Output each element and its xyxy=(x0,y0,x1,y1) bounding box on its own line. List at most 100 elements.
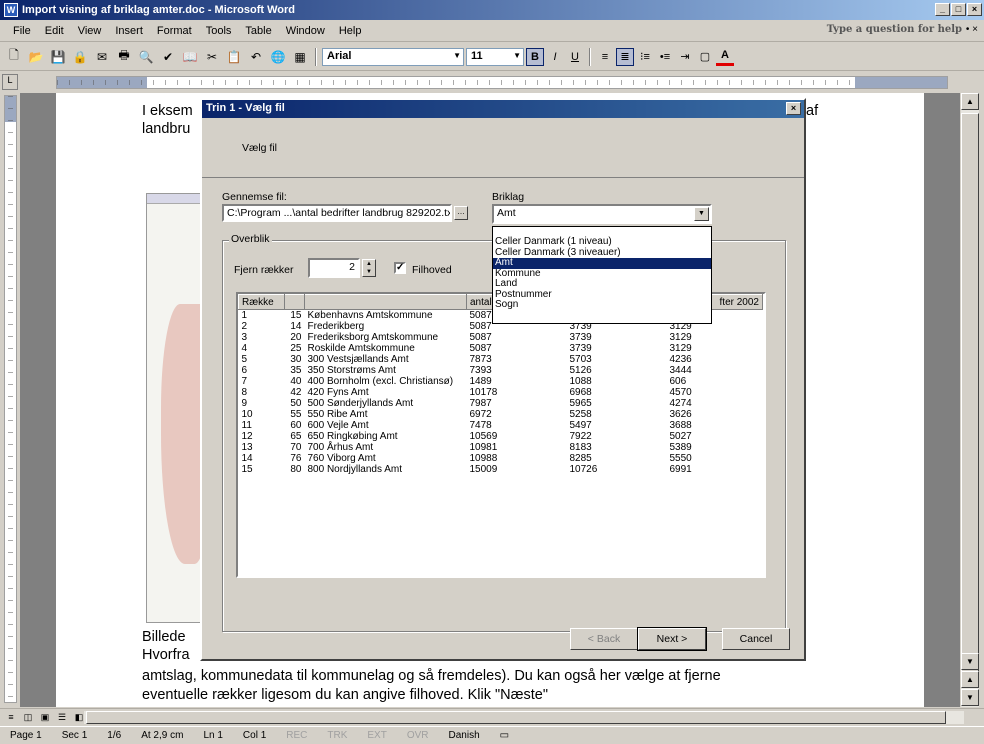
new-document-icon[interactable]: 🗋 xyxy=(4,47,24,67)
grid-row[interactable]: 9 50 500 Sønderjyllands Amt 7987 5965 4274 xyxy=(239,398,763,409)
spin-stepper-icon[interactable]: ▲ ▼ xyxy=(362,259,376,277)
word-app-icon[interactable]: W xyxy=(4,3,18,17)
cancel-button[interactable]: Cancel xyxy=(722,628,790,650)
grid-row[interactable]: 8 42 420 Fyns Amt 10178 6968 4570 xyxy=(239,387,763,398)
hyperlink-icon[interactable]: 🌐 xyxy=(268,47,288,67)
grid-row[interactable]: 4 25 Roskilde Amtskommune 5087 3739 3129 xyxy=(239,343,763,354)
vertical-scrollbar[interactable]: ▲ ▼ ▲ ▼ xyxy=(961,93,979,707)
grid-row[interactable]: 13 70 700 Århus Amt 10981 8183 5389 xyxy=(239,442,763,453)
undo-icon[interactable]: ↶ xyxy=(246,47,266,67)
next-button[interactable]: Next > xyxy=(637,627,707,651)
horizontal-scroll-thumb[interactable] xyxy=(86,711,946,724)
status-ext[interactable]: EXT xyxy=(357,730,396,741)
briklag-select[interactable]: Amt ▼ xyxy=(492,204,712,224)
numbering-icon[interactable]: ⁝≡ xyxy=(636,48,654,66)
print-preview-icon[interactable]: 🔍 xyxy=(136,47,156,67)
dropdown-option[interactable]: Amt xyxy=(493,257,711,269)
dropdown-option[interactable]: Land xyxy=(493,278,711,290)
dialog-title-bar[interactable]: Trin 1 - Vælg fil × xyxy=(202,100,804,118)
dropdown-option[interactable]: Celler Danmark (1 niveau) xyxy=(493,236,711,248)
browse-button[interactable]: … xyxy=(454,206,468,220)
grid-row[interactable]: 7 40 400 Bornholm (excl. Christiansø) 1489 1… xyxy=(239,376,763,387)
chevron-down-icon[interactable]: ▼ xyxy=(513,51,521,60)
menu-view[interactable]: View xyxy=(71,25,109,37)
grid-column-header[interactable]: Række xyxy=(238,294,285,310)
save-icon[interactable]: 💾 xyxy=(48,47,68,67)
status-language[interactable]: Danish xyxy=(439,730,490,741)
permission-icon[interactable]: 🔒 xyxy=(70,47,90,67)
horizontal-scrollbar[interactable] xyxy=(84,711,964,724)
dropdown-option[interactable]: Postnummer xyxy=(493,289,711,301)
menu-table[interactable]: Table xyxy=(238,25,278,37)
grid-column-header[interactable] xyxy=(284,294,305,310)
spelling-status-icon[interactable]: ▭ xyxy=(490,730,519,741)
menu-help[interactable]: Help xyxy=(332,25,369,37)
chevron-down-icon[interactable]: ▼ xyxy=(453,51,461,60)
grid-row[interactable]: 14 76 760 Viborg Amt 10988 8285 5550 xyxy=(239,453,763,464)
spelling-icon[interactable]: ✔ xyxy=(158,47,178,67)
justify-icon[interactable]: ≣ xyxy=(616,47,634,66)
underline-button[interactable]: U xyxy=(566,48,584,66)
font-name-combo[interactable]: Arial ▼ xyxy=(322,47,464,66)
close-button[interactable]: × xyxy=(967,3,982,16)
dropdown-option[interactable]: Celler Danmark (3 niveauer) xyxy=(493,247,711,259)
align-left-icon[interactable]: ≡ xyxy=(596,48,614,66)
next-page-icon[interactable]: ▼ xyxy=(961,689,979,706)
grid-row[interactable]: 12 65 650 Ringkøbing Amt 10569 7922 5027 xyxy=(239,431,763,442)
status-rec[interactable]: REC xyxy=(276,730,317,741)
window-title-bar[interactable]: W Import visning af briklag amter.doc - … xyxy=(0,0,984,20)
research-icon[interactable]: 📖 xyxy=(180,47,200,67)
status-ovr[interactable]: OVR xyxy=(397,730,439,741)
bullets-icon[interactable]: •≡ xyxy=(656,48,674,66)
font-size-combo[interactable]: 11 ▼ xyxy=(466,47,524,66)
grid-row[interactable]: 3 20 Frederiksborg Amtskommune 5087 3739 3129 xyxy=(239,332,763,343)
dropdown-option[interactable]: Kommune xyxy=(493,268,711,280)
remove-rows-input[interactable]: 2 xyxy=(308,258,360,278)
menu-format[interactable]: Format xyxy=(150,25,199,37)
outline-view-icon[interactable]: ☰ xyxy=(55,711,69,724)
scroll-thumb[interactable] xyxy=(961,113,979,673)
chevron-down-icon[interactable]: ▼ xyxy=(694,207,709,221)
close-document-button[interactable]: • × xyxy=(966,24,978,35)
menu-window[interactable]: Window xyxy=(279,25,332,37)
dropdown-option[interactable]: Sogn xyxy=(493,299,711,311)
email-icon[interactable]: ✉ xyxy=(92,47,112,67)
minimize-button[interactable]: _ xyxy=(935,3,950,16)
tab-selector[interactable]: L xyxy=(2,74,18,90)
normal-view-icon[interactable]: ≡ xyxy=(4,711,18,724)
back-button[interactable]: < Back xyxy=(570,628,638,650)
maximize-button[interactable]: □ xyxy=(951,3,966,16)
previous-page-icon[interactable]: ▲ xyxy=(961,671,979,688)
menu-tools[interactable]: Tools xyxy=(199,25,239,37)
scroll-down-icon[interactable]: ▼ xyxy=(961,653,979,670)
file-path-field[interactable]: C:\Program ...\antal bedrifter landbrug … xyxy=(222,204,452,222)
font-color-button[interactable]: A xyxy=(716,48,734,66)
cut-icon[interactable]: ✂ xyxy=(202,47,222,67)
menu-edit[interactable]: Edit xyxy=(38,25,71,37)
table-icon[interactable]: ▦ xyxy=(290,47,310,67)
paste-icon[interactable]: 📋 xyxy=(224,47,244,67)
bold-button[interactable]: B xyxy=(526,47,544,66)
briklag-dropdown-list[interactable]: Celler Danmark (1 niveau) Celler Danmark … xyxy=(492,226,712,324)
print-icon[interactable]: 🖶 xyxy=(114,47,134,67)
grid-row[interactable]: 6 35 350 Storstrøms Amt 7393 5126 3444 xyxy=(239,365,763,376)
preview-grid[interactable]: Række antal fter 2002 1 15 Københavns Amts… xyxy=(236,292,766,578)
grid-row[interactable]: 11 60 600 Vejle Amt 7478 5497 3688 xyxy=(239,420,763,431)
menu-insert[interactable]: Insert xyxy=(108,25,150,37)
dialog-close-icon[interactable]: × xyxy=(786,102,801,115)
web-layout-icon[interactable]: ◫ xyxy=(21,711,35,724)
print-layout-icon[interactable]: ▣ xyxy=(38,711,52,724)
grid-column-header[interactable] xyxy=(304,294,467,310)
increase-indent-icon[interactable]: ⇥ xyxy=(676,48,694,66)
border-icon[interactable]: ▢ xyxy=(696,48,714,66)
menu-file[interactable]: File xyxy=(6,25,38,37)
grid-row[interactable]: 15 80 800 Nordjyllands Amt 15009 10726 6991 xyxy=(239,464,763,475)
header-checkbox[interactable]: ✓ xyxy=(394,262,406,274)
embedded-screenshot-image[interactable] xyxy=(146,193,208,623)
vertical-ruler[interactable] xyxy=(4,95,17,703)
open-folder-icon[interactable]: 📂 xyxy=(26,47,46,67)
scroll-up-icon[interactable]: ▲ xyxy=(961,93,979,110)
help-question-box[interactable]: Type a question for help xyxy=(827,24,962,35)
grid-row[interactable]: 10 55 550 Ribe Amt 6972 5258 3626 xyxy=(239,409,763,420)
italic-button[interactable]: I xyxy=(546,48,564,66)
